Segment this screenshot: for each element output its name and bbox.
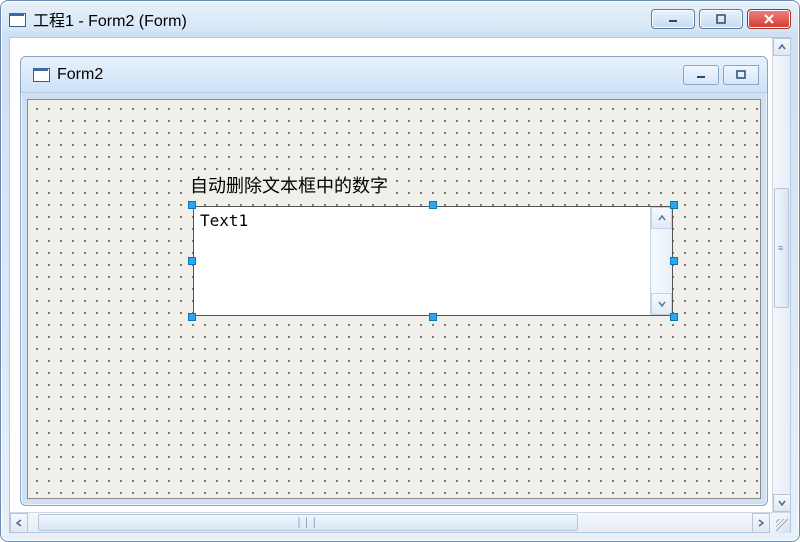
horizontal-scroll-track[interactable]: │││ [30, 514, 750, 531]
chevron-down-icon [778, 500, 786, 506]
outer-client-area: ≡ Form2 [9, 37, 791, 533]
mdi-parent-window: 工程1 - Form2 (Form) ≡ [0, 0, 800, 542]
scroll-right-button[interactable] [752, 513, 770, 533]
workspace-vertical-scrollbar[interactable]: ≡ [772, 38, 790, 512]
chevron-up-icon [658, 215, 666, 221]
resize-handle-n[interactable] [429, 201, 437, 209]
textbox-scroll-up-button[interactable] [651, 207, 672, 229]
chevron-up-icon [778, 44, 786, 50]
maximize-icon [735, 70, 747, 80]
maximize-button[interactable] [699, 9, 743, 29]
outer-window-title: 工程1 - Form2 (Form) [33, 7, 651, 31]
chevron-down-icon [658, 301, 666, 307]
close-icon [762, 14, 776, 24]
chevron-left-icon [16, 519, 22, 527]
inner-window-title: Form2 [57, 66, 683, 84]
mdi-workspace: ≡ Form2 [10, 38, 790, 512]
textbox-text: Text1 [194, 207, 650, 315]
resize-handle-se[interactable] [670, 313, 678, 321]
outer-window-buttons [651, 9, 791, 29]
resize-handle-sw[interactable] [188, 313, 196, 321]
form-designer-window[interactable]: Form2 自动删除文本框中的数字 Text1 [20, 56, 768, 506]
outer-titlebar[interactable]: 工程1 - Form2 (Form) [1, 1, 799, 37]
inner-window-buttons [683, 65, 759, 85]
form-icon [9, 13, 25, 26]
inner-minimize-button[interactable] [683, 65, 719, 85]
minimize-icon [695, 70, 707, 80]
maximize-icon [714, 14, 728, 24]
scroll-down-button[interactable] [773, 494, 790, 512]
textbox-control[interactable]: Text1 [193, 206, 673, 316]
inner-maximize-button[interactable] [723, 65, 759, 85]
form-design-surface[interactable]: 自动删除文本框中的数字 Text1 [27, 99, 761, 499]
label-control[interactable]: 自动删除文本框中的数字 [190, 172, 388, 198]
scroll-left-button[interactable] [10, 513, 28, 533]
minimize-icon [666, 14, 680, 24]
workspace-horizontal-scrollbar[interactable]: │││ [10, 512, 790, 532]
resize-handle-nw[interactable] [188, 201, 196, 209]
chevron-right-icon [758, 519, 764, 527]
horizontal-scroll-thumb[interactable]: │││ [38, 514, 578, 531]
resize-handle-s[interactable] [429, 313, 437, 321]
resize-handle-ne[interactable] [670, 201, 678, 209]
close-button[interactable] [747, 9, 791, 29]
resize-handle-e[interactable] [670, 257, 678, 265]
form-icon [33, 68, 49, 81]
textbox-selection-wrap: Text1 [193, 206, 673, 316]
vertical-scroll-thumb[interactable]: ≡ [774, 188, 789, 308]
inner-titlebar[interactable]: Form2 [21, 57, 767, 93]
textbox-vertical-scrollbar[interactable] [650, 207, 672, 315]
minimize-button[interactable] [651, 9, 695, 29]
resize-handle-w[interactable] [188, 257, 196, 265]
size-grip[interactable] [770, 513, 790, 533]
textbox-scroll-down-button[interactable] [651, 293, 672, 315]
scroll-up-button[interactable] [773, 38, 790, 56]
